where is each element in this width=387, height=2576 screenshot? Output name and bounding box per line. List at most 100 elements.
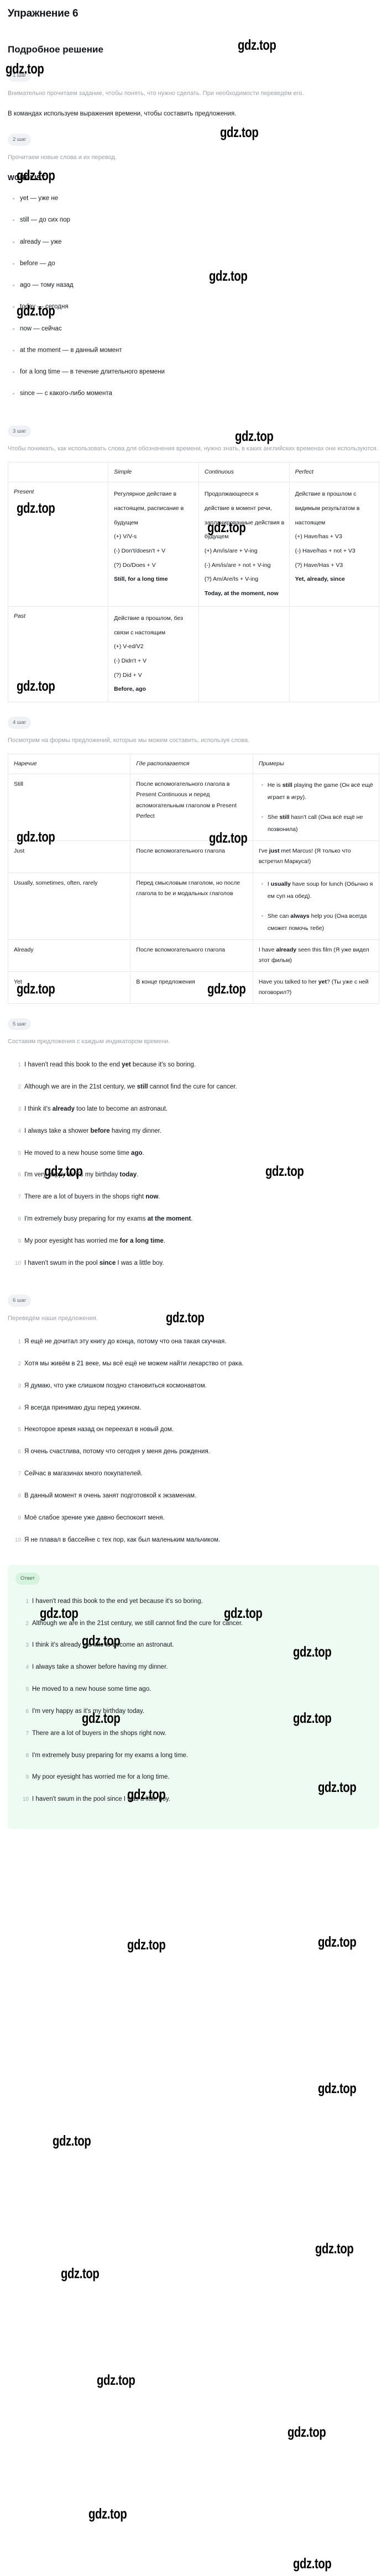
english-sentences-list: I haven't read this book to the end yet …: [8, 1060, 379, 1268]
step-3-note: Чтобы понимать, как использовать слова д…: [8, 445, 378, 453]
sentence-text: .: [163, 1237, 166, 1244]
sentence-item: There are a lot of buyers in the shops r…: [11, 1192, 379, 1202]
sentence-text: I always take a shower before having my …: [32, 1664, 168, 1671]
table-row: Usually, sometimes, often, rarely Перед с…: [7, 872, 380, 940]
sentence-item: I'm very happy as it's my birthday today…: [19, 1707, 372, 1717]
step-badge-1: 1 шаг: [8, 70, 32, 82]
sentence-item: I haven't swum in the pool since I was a…: [11, 1259, 379, 1269]
highlighted-term: still: [282, 781, 292, 788]
list-item: at the moment — в данный момент: [13, 346, 379, 355]
highlighted-term: always: [290, 912, 310, 919]
russian-translations-list: Я ещё не дочитал эту книгу до конца, пот…: [8, 1337, 379, 1545]
highlighted-term: at the moment: [147, 1216, 191, 1223]
tense-row-label: Present: [7, 482, 109, 607]
sentence-item: Моё слабое зрение уже давно беспокоит ме…: [11, 1513, 379, 1523]
sentence-text: Я очень счастлива, потому что сегодня у …: [24, 1448, 210, 1455]
highlighted-term: yet: [122, 1061, 131, 1069]
sentence-text: There are a lot of buyers in the shops r…: [32, 1729, 166, 1737]
sentence-text: He moved to a new house some time ago.: [32, 1686, 151, 1693]
sentence-text: I was a little boy.: [116, 1259, 164, 1266]
answer-sentences-list: I haven't read this book to the end yet …: [15, 1597, 372, 1805]
watermark: gdz.top: [293, 2555, 332, 2572]
sentence-item: I'm extremely busy preparing for my exam…: [19, 1751, 372, 1761]
tense-line: (?) Have/Has + V3: [295, 561, 343, 569]
answer-section: Ответ I haven't read this book to the en…: [8, 1565, 379, 1829]
sentence-text: He moved to a new house some time: [24, 1149, 132, 1156]
sentence-item: Although we are in the 21st century, we …: [11, 1082, 379, 1092]
sentence-text: My poor eyesight has worried me for a lo…: [32, 1774, 170, 1781]
step-badge-6: 6 шаг: [8, 1295, 32, 1307]
solution-title: Подробное решение: [8, 44, 103, 55]
tense-line: (-) Don't/doesn't + V: [114, 547, 166, 554]
watermark: gdz.top: [88, 2505, 127, 2522]
sentence-text: В данный момент я очень занят подготовко…: [24, 1492, 197, 1499]
sentence-text: I haven't swum in the pool: [24, 1259, 100, 1266]
sentence-text: cannot find the cure for cancer.: [148, 1084, 237, 1091]
tense-cell-simple: Регулярное действие в настоящем, расписа…: [108, 482, 199, 607]
wordlist: yet — уже не still — до сих пор already — …: [8, 194, 379, 399]
sentence-text: Я ещё не дочитал эту книгу до конца, пот…: [24, 1338, 227, 1345]
adverb-name: Yet: [7, 971, 131, 1004]
step-1-instruction: В командах используем выражения времени,…: [8, 110, 237, 117]
tense-line: (+) Am/is/are + V-ing: [204, 547, 258, 554]
example-text: I've just met Marcus! (Я только что встр…: [259, 846, 374, 868]
tenses-table-header-row: Simple Continuous Perfect: [7, 462, 380, 483]
sentence-text: Хотя мы живём в 21 веке, мы всё ещё не м…: [24, 1360, 244, 1368]
adverbs-header-1: Где располагается: [130, 753, 253, 774]
sentence-text: I always take a shower: [24, 1127, 91, 1134]
tense-markers: Yet, already, since: [295, 576, 345, 583]
highlighted-term: today: [119, 1171, 137, 1179]
watermark: gdz.top: [61, 2265, 100, 2281]
adverb-examples: Have you talked to her yet? (Ты уже с не…: [252, 971, 380, 1004]
adverbs-table-body: Still После вспомогательного глагола в Pr…: [7, 773, 380, 1004]
step-badge-3: 3 шаг: [8, 425, 32, 438]
sentence-text: Have you talked to her: [258, 978, 318, 985]
example-text: Have you talked to her yet? (Ты уже с не…: [259, 977, 374, 998]
table-row: Past Действие в прошлом, без связи с наст…: [7, 606, 380, 703]
adverb-examples: I've just met Marcus! (Я только что встр…: [252, 840, 380, 873]
watermark: gdz.top: [318, 1933, 357, 1950]
sentence-text: .: [137, 1171, 139, 1179]
sentence-item: I'm extremely busy preparing for my exam…: [11, 1215, 379, 1224]
highlighted-term: for a long time: [119, 1237, 164, 1244]
sentence-text: I've: [258, 847, 269, 854]
step-1-section: 1 шаг Внимательно прочитаем задание, что…: [8, 55, 379, 119]
sentence-text: She can: [267, 912, 291, 919]
highlighted-term: still: [279, 813, 290, 821]
sentence-text: Некоторое время назад он переехал в новы…: [24, 1426, 174, 1433]
tense-line: (?) Am/Are/Is + V-ing: [204, 576, 259, 583]
sentence-item: I think it's already too late to become …: [11, 1105, 379, 1114]
adverb-examples: I have already seen this film (Я уже вид…: [252, 939, 380, 972]
adverbs-header-0: Наречие: [7, 753, 131, 774]
sentence-text: Я не плавал в бассейне с тех пор, как бы…: [24, 1536, 221, 1543]
sentence-text: I'm extremely busy preparing for my exam…: [32, 1752, 189, 1759]
tense-markers: Before, ago: [114, 686, 146, 693]
wordlist-heading: WORDLIST: [8, 174, 46, 182]
highlighted-term: still: [137, 1084, 148, 1091]
sentence-item: My poor eyesight has worried me for a lo…: [11, 1237, 379, 1247]
step-5-section: 5 шаг Составим предложения с каждым инди…: [8, 1004, 379, 1269]
sentence-item: Я ещё не дочитал эту книгу до конца, пот…: [11, 1337, 379, 1347]
sentence-text: My poor eyesight has worried me: [24, 1237, 120, 1244]
table-row: Present Регулярное действие в настоящем, …: [7, 482, 380, 607]
sentence-item: I haven't swum in the pool since I was a…: [19, 1795, 372, 1805]
adverb-position: После вспомогательного глагола в Present…: [130, 773, 253, 841]
sentence-text: Although we are in the 21st century, we: [24, 1084, 137, 1091]
step-2-section: 2 шаг Прочитаем новые слова и их перевод…: [8, 119, 379, 398]
tense-cell-perfect: [289, 606, 380, 703]
highlighted-term: already: [52, 1105, 75, 1112]
sentence-text: Моё слабое зрение уже давно беспокоит ме…: [24, 1514, 165, 1521]
list-item: today — сегодня: [13, 302, 379, 312]
tense-line: (?) Did + V: [114, 671, 142, 679]
sentence-item: There are a lot of buyers in the shops r…: [19, 1729, 372, 1739]
table-row: Yet В конце предложения Have you talked to…: [7, 971, 380, 1004]
step-5-note: Составим предложения с каждым индикаторо…: [8, 1038, 170, 1045]
sentence-text: I haven't swum in the pool since I was a…: [32, 1796, 170, 1803]
sentence-text: .: [158, 1194, 160, 1201]
adverbs-table: Наречие Где располагается Примеры Still Пос…: [7, 753, 380, 1004]
adverb-name: Already: [7, 939, 131, 972]
tense-line: (?) Do/Does + V: [114, 561, 156, 569]
adverb-position: После вспомогательного глагола: [130, 939, 253, 972]
sentence-item: Я очень счастлива, потому что сегодня у …: [11, 1447, 379, 1457]
table-row: Still После вспомогательного глагола в Pr…: [7, 773, 380, 841]
